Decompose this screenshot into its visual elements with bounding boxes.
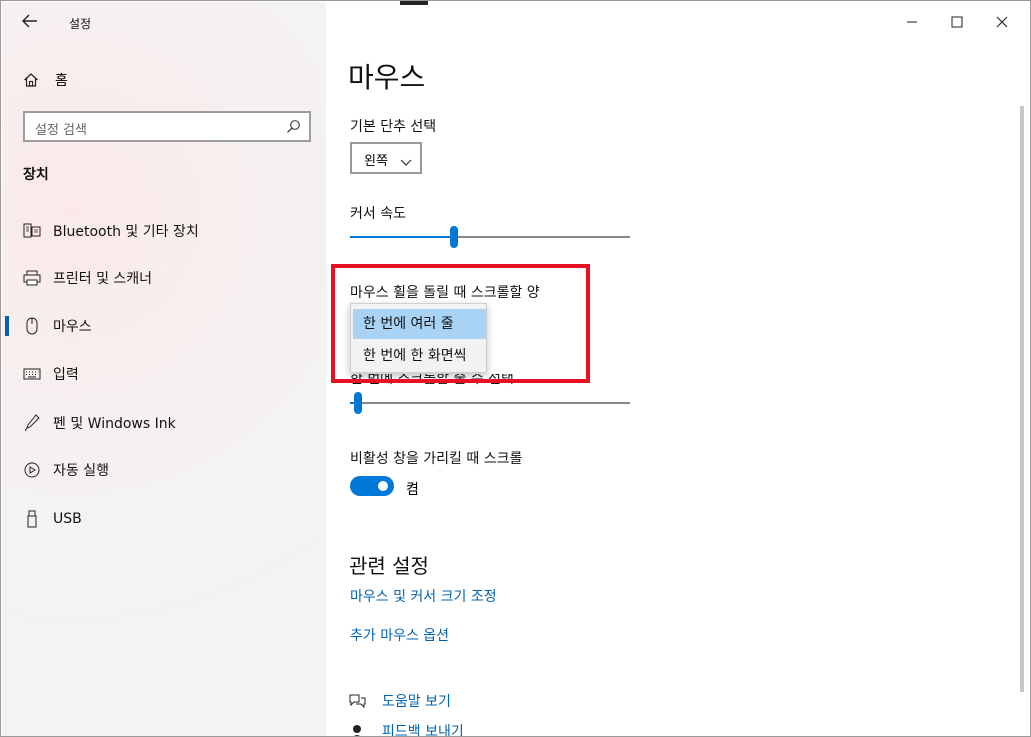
feedback-link[interactable]: 피드백 보내기 (348, 720, 464, 737)
toggle-knob (378, 481, 388, 491)
sidebar-item-label: 펜 및 Windows Ink (53, 416, 176, 432)
lines-to-scroll-slider[interactable] (350, 392, 630, 414)
usb-icon (23, 510, 41, 528)
sidebar: 설정 홈 설정 검색 장치 Bluetooth 및 기타 장치 프린터 및 스캐… (2, 2, 326, 736)
cursor-speed-slider[interactable] (350, 226, 630, 248)
help-link[interactable]: 도움말 보기 (348, 690, 451, 712)
primary-button-select[interactable]: 왼쪽 (350, 142, 422, 174)
sidebar-item-pen[interactable]: 펜 및 Windows Ink (2, 405, 326, 441)
top-edge-mark (400, 1, 428, 5)
inactive-scroll-label: 비활성 창을 가리킬 때 스크롤 (350, 451, 523, 467)
search-input[interactable]: 설정 검색 (35, 119, 87, 138)
additional-mouse-options-link[interactable]: 추가 마우스 옵션 (350, 625, 449, 645)
sidebar-item-label: Bluetooth 및 기타 장치 (53, 224, 199, 240)
keyboard-icon (23, 365, 41, 383)
slider-thumb[interactable] (354, 392, 363, 414)
related-settings-heading: 관련 설정 (349, 554, 429, 578)
pen-icon (23, 414, 41, 432)
settings-window: 설정 홈 설정 검색 장치 Bluetooth 및 기타 장치 프린터 및 스캐… (0, 0, 1031, 737)
primary-button-label: 기본 단추 선택 (350, 119, 437, 135)
sidebar-item-label: 입력 (53, 367, 79, 383)
sidebar-item-mouse[interactable]: 마우스 (2, 308, 326, 344)
slider-fill (350, 236, 454, 238)
slider-track (350, 402, 630, 404)
sidebar-item-label: USB (53, 511, 82, 527)
home-label: 홈 (55, 73, 68, 89)
cursor-speed-label: 커서 속도 (350, 206, 406, 222)
sidebar-item-usb[interactable]: USB (2, 501, 326, 537)
mouse-icon (23, 317, 41, 335)
toggle-state-text: 켬 (406, 482, 419, 498)
back-arrow-icon[interactable] (16, 10, 44, 36)
search-icon (286, 119, 301, 134)
help-label: 도움말 보기 (382, 694, 451, 710)
maximize-icon[interactable] (946, 11, 968, 33)
help-chat-icon (348, 692, 366, 710)
inactive-scroll-toggle[interactable] (350, 476, 394, 496)
feedback-icon (348, 722, 366, 736)
highlight-annotation-box (331, 264, 590, 383)
home-icon (22, 71, 40, 89)
sidebar-item-label: 프린터 및 스캐너 (53, 271, 153, 287)
active-indicator (5, 316, 9, 336)
slider-thumb[interactable] (449, 226, 458, 248)
sidebar-item-printers[interactable]: 프린터 및 스캐너 (2, 260, 326, 296)
chevron-down-icon (400, 152, 412, 166)
search-field[interactable]: 설정 검색 (23, 111, 311, 142)
minimize-icon[interactable] (901, 11, 923, 33)
feedback-label: 피드백 보내기 (382, 724, 464, 737)
section-heading: 장치 (23, 167, 49, 183)
home-nav[interactable]: 홈 (22, 68, 68, 92)
scrollbar[interactable] (1020, 106, 1024, 692)
sidebar-item-label: 마우스 (53, 319, 92, 335)
sidebar-item-autoplay[interactable]: 자동 실행 (2, 452, 326, 488)
autoplay-icon (23, 461, 41, 479)
page-title: 마우스 (348, 61, 426, 94)
sidebar-item-bluetooth[interactable]: Bluetooth 및 기타 장치 (2, 213, 326, 249)
bluetooth-devices-icon (23, 222, 41, 240)
mouse-cursor-size-link[interactable]: 마우스 및 커서 크기 조정 (350, 586, 497, 606)
primary-button-value: 왼쪽 (364, 154, 388, 169)
sidebar-item-label: 자동 실행 (53, 463, 109, 479)
printer-icon (23, 269, 41, 287)
app-title: 설정 (69, 17, 92, 31)
close-icon[interactable] (991, 11, 1013, 33)
sidebar-item-typing[interactable]: 입력 (2, 356, 326, 392)
